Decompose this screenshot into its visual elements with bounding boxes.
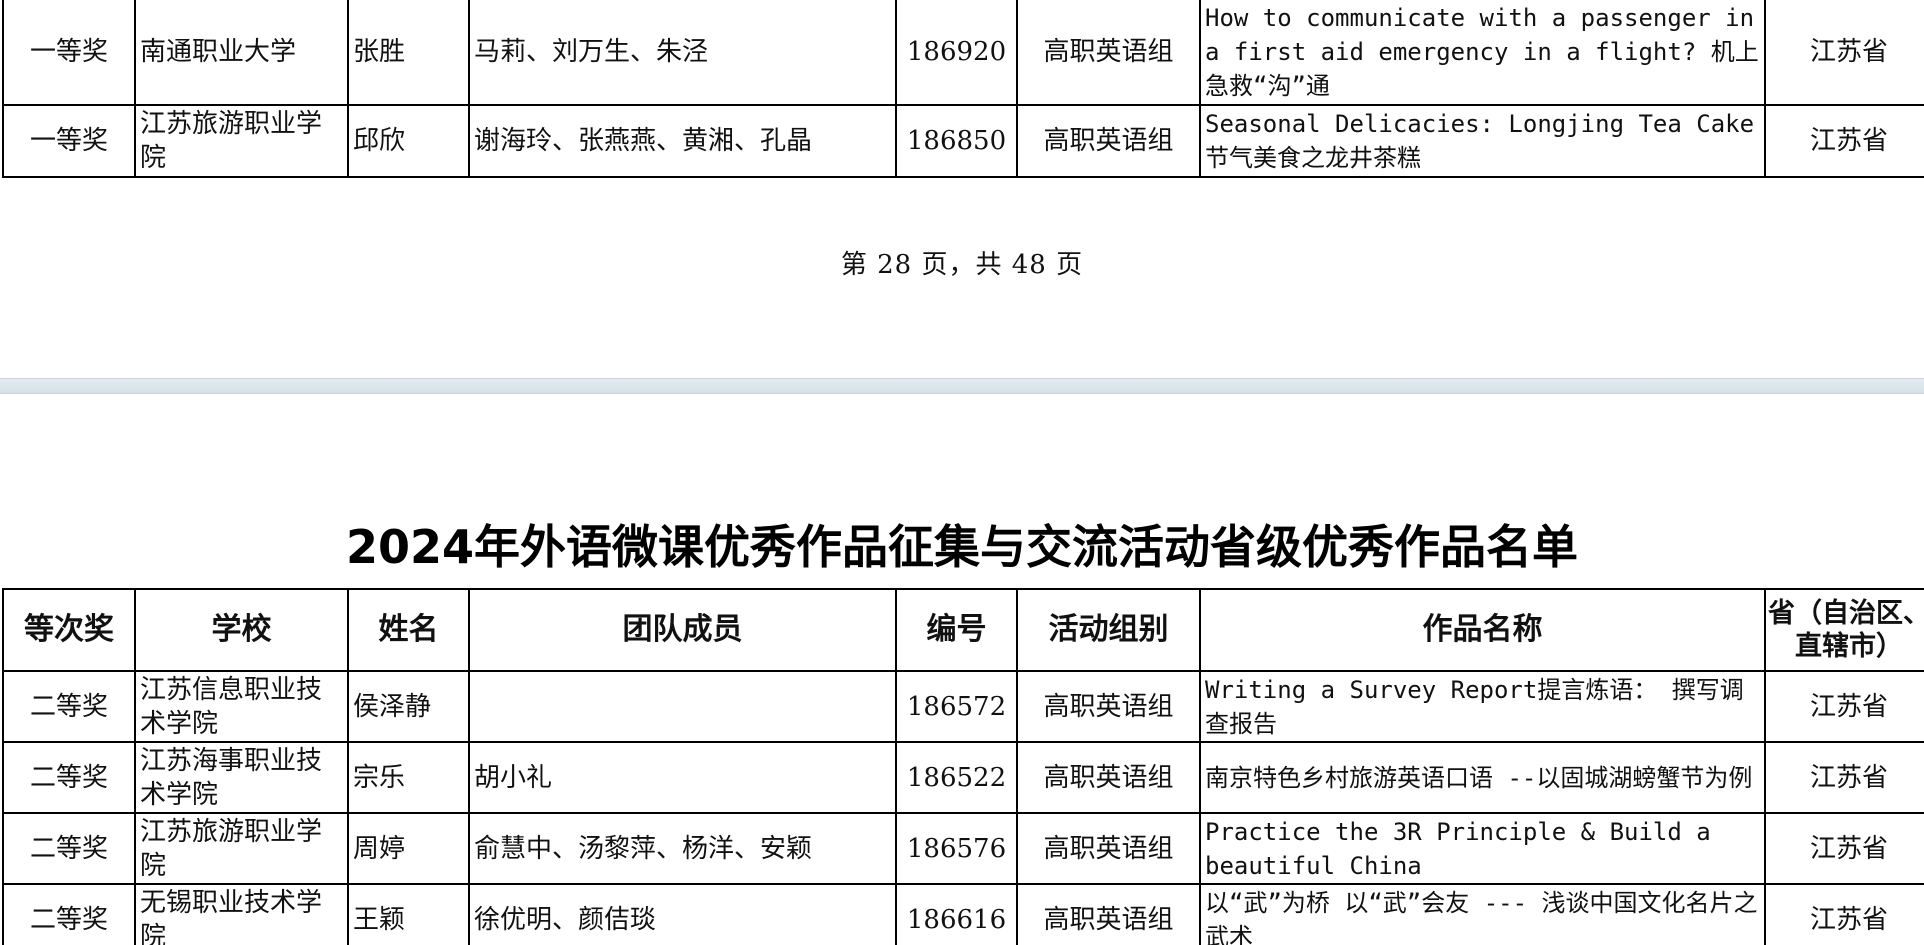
team-cell: 谢海玲、张燕燕、黄湘、孔晶: [468, 104, 897, 178]
team-cell: 马莉、刘万生、朱泾: [468, 0, 897, 106]
name-cell: 周婷: [347, 812, 470, 885]
table-row: 二等奖 江苏信息职业技术学院 侯泽静 186572 高职英语组 Writing …: [2, 670, 1924, 743]
table-row: 二等奖 江苏旅游职业学院 周婷 俞慧中、汤黎萍、杨洋、安颖 186576 高职英…: [2, 812, 1924, 885]
title-cell: 南京特色乡村旅游英语口语 --以固城湖螃蟹节为例: [1199, 741, 1766, 814]
province-cell: 江苏省: [1764, 104, 1924, 178]
id-cell: 186920: [895, 0, 1018, 106]
header-school: 学校: [134, 588, 349, 672]
page-gap: [0, 378, 1924, 394]
team-cell: [468, 670, 897, 743]
awards-table-page-29: 等次奖 学校 姓名 团队成员 编号 活动组别 作品名称 省（自治区、直辖市） 二…: [2, 588, 1924, 945]
header-province: 省（自治区、直辖市）: [1764, 588, 1924, 672]
school-cell: 江苏信息职业技术学院: [134, 670, 349, 743]
name-cell: 宗乐: [347, 741, 470, 814]
team-cell: 徐优明、颜佶琰: [468, 883, 897, 945]
table-header-row: 等次奖 学校 姓名 团队成员 编号 活动组别 作品名称 省（自治区、直辖市）: [2, 588, 1924, 672]
award-cell: 二等奖: [2, 741, 136, 814]
header-name: 姓名: [347, 588, 470, 672]
name-cell: 邱欣: [347, 104, 470, 178]
id-cell: 186522: [895, 741, 1018, 814]
pdf-page-29: 2024年外语微课优秀作品征集与交流活动省级优秀作品名单 等次奖 学校 姓名 团…: [0, 394, 1924, 945]
school-cell: 无锡职业技术学院: [134, 883, 349, 945]
group-cell: 高职英语组: [1016, 104, 1201, 178]
pdf-page-28: 一等奖 南通职业大学 张胜 马莉、刘万生、朱泾 186920 高职英语组 How…: [0, 0, 1924, 378]
table-row: 一等奖 南通职业大学 张胜 马莉、刘万生、朱泾 186920 高职英语组 How…: [2, 0, 1924, 106]
header-id: 编号: [895, 588, 1018, 672]
title-cell: Writing a Survey Report提言炼语： 撰写调查报告: [1199, 670, 1766, 743]
page-number: 第 28 页，共 48 页: [840, 250, 1084, 280]
group-cell: 高职英语组: [1016, 812, 1201, 885]
province-cell: 江苏省: [1764, 741, 1924, 814]
province-cell: 江苏省: [1764, 883, 1924, 945]
province-cell: 江苏省: [1764, 812, 1924, 885]
group-cell: 高职英语组: [1016, 883, 1201, 945]
title-cell: 以“武”为桥 以“武”会友 --- 浅谈中国文化名片之武术: [1199, 883, 1766, 945]
title-cell: How to communicate with a passenger in a…: [1199, 0, 1766, 106]
school-cell: 江苏旅游职业学院: [134, 104, 349, 178]
award-cell: 二等奖: [2, 670, 136, 743]
school-cell: 南通职业大学: [134, 0, 349, 106]
awards-table-page-28: 一等奖 南通职业大学 张胜 马莉、刘万生、朱泾 186920 高职英语组 How…: [2, 0, 1924, 178]
award-cell: 二等奖: [2, 883, 136, 945]
header-title: 作品名称: [1199, 588, 1766, 672]
school-cell: 江苏旅游职业学院: [134, 812, 349, 885]
province-cell: 江苏省: [1764, 0, 1924, 106]
group-cell: 高职英语组: [1016, 670, 1201, 743]
team-cell: 俞慧中、汤黎萍、杨洋、安颖: [468, 812, 897, 885]
award-cell: 二等奖: [2, 812, 136, 885]
id-cell: 186576: [895, 812, 1018, 885]
group-cell: 高职英语组: [1016, 741, 1201, 814]
header-award: 等次奖: [2, 588, 136, 672]
award-cell: 一等奖: [2, 0, 136, 106]
title-cell: Practice the 3R Principle & Build a beau…: [1199, 812, 1766, 885]
header-group: 活动组别: [1016, 588, 1201, 672]
group-cell: 高职英语组: [1016, 0, 1201, 106]
document-title: 2024年外语微课优秀作品征集与交流活动省级优秀作品名单: [345, 520, 1579, 574]
school-cell: 江苏海事职业技术学院: [134, 741, 349, 814]
id-cell: 186572: [895, 670, 1018, 743]
title-cell: Seasonal Delicacies: Longjing Tea Cake 节…: [1199, 104, 1766, 178]
name-cell: 侯泽静: [347, 670, 470, 743]
name-cell: 张胜: [347, 0, 470, 106]
award-cell: 一等奖: [2, 104, 136, 178]
province-cell: 江苏省: [1764, 670, 1924, 743]
table-row: 二等奖 江苏海事职业技术学院 宗乐 胡小礼 186522 高职英语组 南京特色乡…: [2, 741, 1924, 814]
header-team: 团队成员: [468, 588, 897, 672]
id-cell: 186850: [895, 104, 1018, 178]
table-row: 二等奖 无锡职业技术学院 王颖 徐优明、颜佶琰 186616 高职英语组 以“武…: [2, 883, 1924, 945]
team-cell: 胡小礼: [468, 741, 897, 814]
name-cell: 王颖: [347, 883, 470, 945]
id-cell: 186616: [895, 883, 1018, 945]
table-row: 一等奖 江苏旅游职业学院 邱欣 谢海玲、张燕燕、黄湘、孔晶 186850 高职英…: [2, 104, 1924, 178]
